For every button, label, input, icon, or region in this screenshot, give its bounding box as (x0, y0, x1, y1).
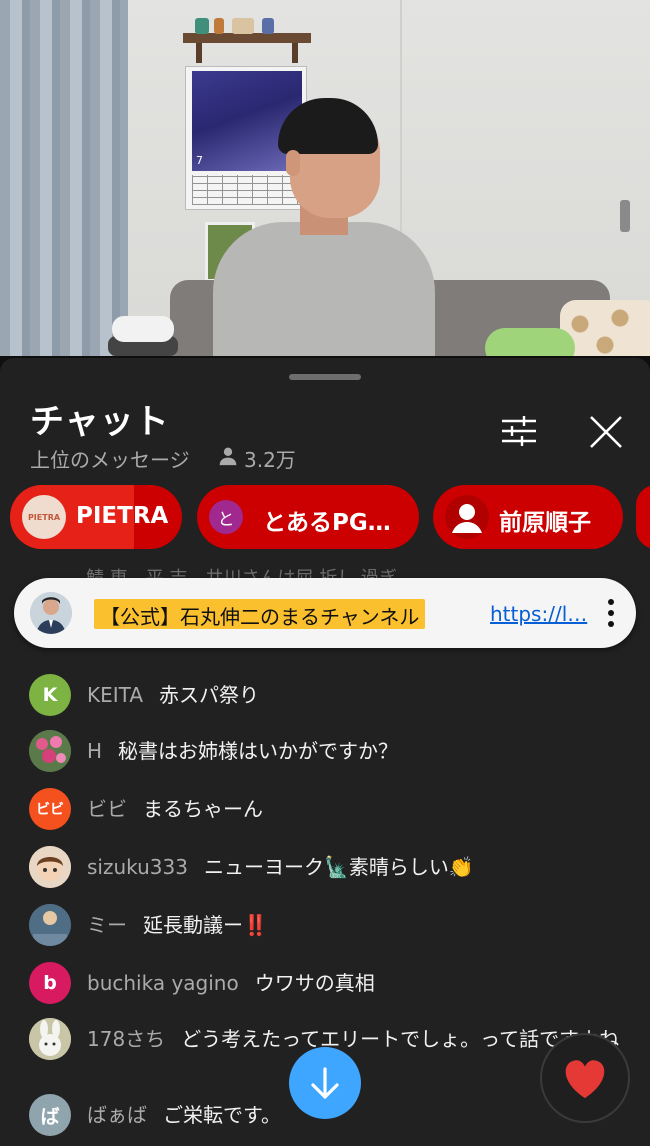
chip-label: 前原順子 (499, 510, 591, 536)
anime-avatar-icon (29, 846, 71, 888)
shelf-bracket (292, 43, 298, 63)
message-text: 秘書はお姉様はいかがですか？ (118, 739, 399, 763)
curtain (0, 0, 128, 356)
message-line: sizuku333 ニューヨーク🗽素晴らしい👏 (87, 850, 627, 884)
message-text: ニューヨーク🗽素晴らしい👏 (203, 855, 474, 879)
default-avatar-icon (445, 495, 489, 539)
ticker-chip[interactable]: PIETRA PIETRA (10, 485, 182, 549)
filter-sliders-icon[interactable] (500, 414, 538, 448)
author-name[interactable]: KEITA (87, 683, 143, 707)
author-name[interactable]: ビビ (87, 797, 127, 821)
message-text: 赤スパ祭り (159, 683, 259, 707)
author-name[interactable]: sizuku333 (87, 855, 188, 879)
shelf-bracket (196, 43, 202, 63)
chip-avatar-text: と (217, 509, 235, 530)
shelf-figure (214, 18, 224, 34)
chat-title: チャット (30, 402, 170, 442)
chat-mode-selector[interactable]: 上位のメッセージ (30, 444, 190, 473)
author-name[interactable]: H (87, 739, 102, 763)
message-line: buchika yagino ウワサの真相 (87, 966, 627, 1000)
door-handle (620, 200, 630, 232)
ticker-chip[interactable]: 前原順子 (433, 485, 623, 549)
pinned-author-name[interactable]: 【公式】石丸伸二のまるチャンネル (94, 599, 426, 629)
person-icon (219, 447, 237, 466)
message-line: H 秘書はお姉様はいかがですか？ (87, 734, 627, 768)
author-avatar[interactable] (29, 904, 71, 946)
pinned-author-avatar (30, 592, 72, 634)
figure-avatar-icon (29, 904, 71, 946)
author-avatar[interactable]: ビビ (29, 788, 71, 830)
wall-shelf (183, 33, 311, 43)
pinned-link[interactable]: https://l… (490, 602, 587, 626)
chip-avatar: PIETRA (22, 495, 66, 539)
pinned-message[interactable]: 【公式】石丸伸二のまるチャンネル https://l… (14, 578, 636, 648)
heart-reaction-button[interactable] (540, 1033, 630, 1123)
author-avatar[interactable]: b (29, 962, 71, 1004)
avatar-photo-icon (30, 592, 72, 634)
drag-handle[interactable] (289, 374, 361, 380)
chip-label: とあるPG… (263, 510, 391, 536)
poster-number: 7 (196, 154, 203, 167)
message-text: まるちゃーん (143, 797, 263, 821)
message-text: ご栄転です。 (163, 1103, 281, 1127)
message-text: ウワサの真相 (254, 971, 375, 995)
author-name[interactable]: buchika yagino (87, 971, 239, 995)
author-avatar[interactable]: K (29, 674, 71, 716)
super-chat-ticker: PIETRA PIETRA と とあるPG… 前原順子 (0, 485, 650, 549)
author-name[interactable]: ばぁば (87, 1103, 147, 1127)
author-avatar[interactable] (29, 1018, 71, 1060)
close-icon[interactable] (588, 414, 624, 450)
more-vert-icon[interactable] (606, 598, 616, 628)
chip-avatar-text: PIETRA (27, 512, 61, 522)
author-name[interactable]: ミー (87, 913, 127, 937)
author-avatar[interactable] (29, 846, 71, 888)
green-pillow (485, 328, 575, 356)
author-avatar[interactable] (29, 730, 71, 772)
shelf-figure (232, 18, 254, 34)
author-name[interactable]: 178さち (87, 1027, 165, 1051)
message-line: ビビ まるちゃーん (87, 792, 627, 826)
message-line: KEITA 赤スパ祭り (87, 678, 627, 712)
avatar-letter: ビビ (36, 802, 64, 818)
chip-avatar: と (209, 500, 243, 534)
game-controller (112, 316, 174, 342)
avatar-letter: K (42, 684, 58, 706)
flower-avatar-icon (29, 730, 71, 772)
avatar-letter: ば (40, 1105, 60, 1128)
chip-label: PIETRA (76, 503, 169, 529)
scroll-to-latest-button[interactable] (289, 1047, 361, 1119)
ticker-chip[interactable] (636, 485, 650, 549)
message-line: ミー 延長動議ー‼️ (87, 908, 627, 942)
rabbit-avatar-icon (29, 1018, 71, 1060)
live-chat-panel: チャット 上位のメッセージ 3.2万 PIETRA PIETRA と とあるPG… (0, 358, 650, 1146)
arrow-down-icon (311, 1067, 339, 1099)
heart-icon (565, 1060, 605, 1099)
avatar-letter: b (43, 972, 57, 994)
live-video-player[interactable]: 7 (0, 0, 650, 356)
poster-calendar (192, 175, 302, 205)
message-text: 延長動議ー‼️ (143, 913, 268, 937)
shelf-figure (262, 18, 274, 34)
shelf-figure (195, 18, 209, 34)
speaker-ear (286, 150, 300, 176)
author-avatar[interactable]: ば (29, 1094, 71, 1136)
speaker-body (213, 222, 435, 356)
ticker-chip[interactable]: と とあるPG… (197, 485, 419, 549)
viewer-count: 3.2万 (244, 448, 296, 472)
